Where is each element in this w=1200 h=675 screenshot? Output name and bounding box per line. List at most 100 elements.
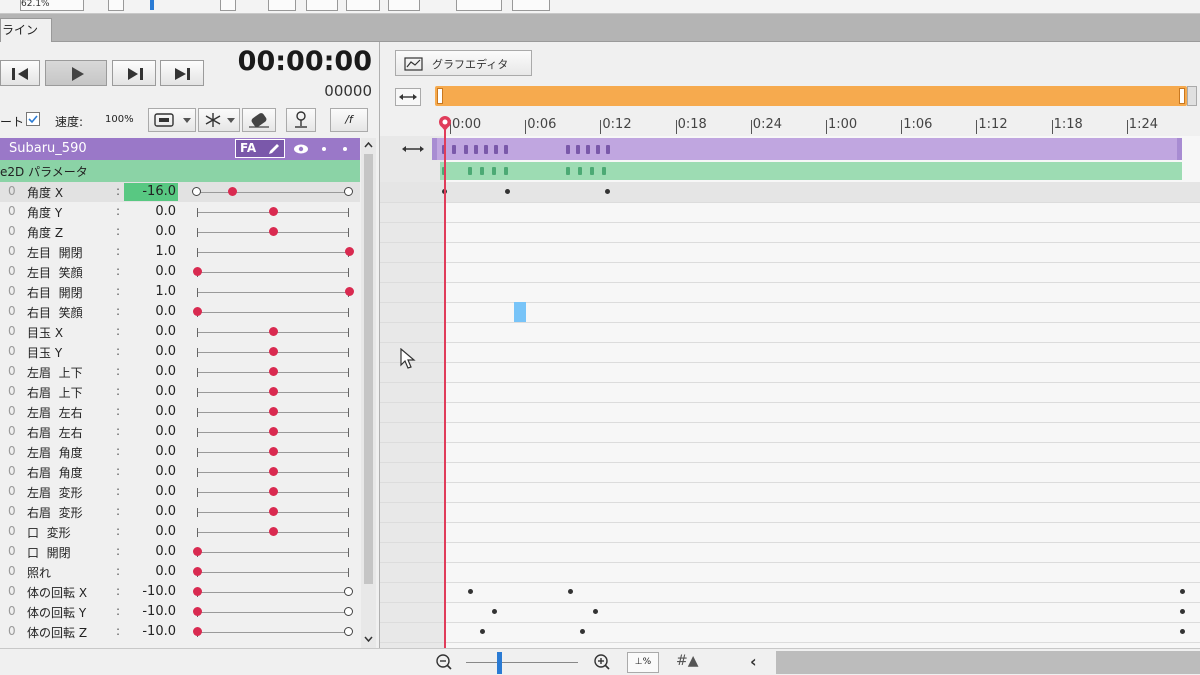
parameter-slider-handle[interactable] — [269, 447, 278, 456]
snowflake-button[interactable] — [198, 108, 240, 132]
scroll-up-icon[interactable] — [361, 138, 376, 152]
selection-marker[interactable] — [514, 302, 526, 322]
parameter-lock-icon[interactable]: 0 — [8, 464, 16, 478]
group-keyframe[interactable] — [492, 167, 496, 175]
track-double-arrow-icon[interactable] — [400, 140, 426, 158]
parameter-slider-handle[interactable] — [269, 467, 278, 476]
parameter-slider-handle[interactable] — [269, 367, 278, 376]
timeline-zoom-slider[interactable] — [466, 662, 578, 663]
parameter-row[interactable]: 0 照れ:0.0 — [0, 562, 360, 582]
parameter-lock-icon[interactable]: 0 — [8, 484, 16, 498]
fit-to-window-button[interactable]: ⊥% — [627, 652, 659, 673]
parameter-value[interactable]: 0.0 — [124, 343, 178, 361]
parameter-keyframe[interactable] — [1180, 629, 1185, 634]
parameter-value[interactable]: 0.0 — [124, 263, 178, 281]
parameter-slider-handle[interactable] — [269, 227, 278, 236]
parameter-slider-handle[interactable] — [345, 247, 354, 256]
parameter-lock-icon[interactable]: 0 — [8, 364, 16, 378]
toolbar-zoom-slider[interactable] — [132, 0, 212, 11]
parameter-keyframe[interactable] — [1180, 609, 1185, 614]
zoom-percent-field[interactable]: 62.1% — [20, 0, 84, 11]
tab-timeline[interactable]: ライン — [0, 18, 52, 42]
layer-keyframe[interactable] — [464, 145, 468, 154]
parameter-keyframe[interactable] — [480, 629, 485, 634]
parameter-value[interactable]: 0.0 — [124, 423, 178, 441]
parameter-lock-icon[interactable]: 0 — [8, 304, 16, 318]
parameter-row[interactable]: 0 右目 笑顔:0.0 — [0, 302, 360, 322]
parameter-row[interactable]: 0 目玉 X:0.0 — [0, 322, 360, 342]
fa-badge[interactable]: FA — [235, 139, 285, 158]
parameter-keyframe[interactable] — [568, 589, 573, 594]
parameter-value[interactable]: 0.0 — [124, 543, 178, 561]
parameter-lock-icon[interactable]: 0 — [8, 244, 16, 258]
layer-option-dot[interactable] — [322, 147, 326, 151]
play-range-bar[interactable] — [435, 86, 1187, 106]
parameter-value[interactable]: -10.0 — [124, 603, 178, 621]
parameter-value[interactable]: 1.0 — [124, 243, 178, 261]
parameter-slider-track[interactable] — [197, 572, 349, 573]
parameter-value[interactable]: 0.0 — [124, 443, 178, 461]
parameter-row[interactable]: 0 角度 Y:0.0 — [0, 202, 360, 222]
range-fit-button[interactable] — [395, 88, 421, 106]
graph-editor-button[interactable]: グラフエディタ — [395, 50, 532, 76]
parameter-value[interactable]: 0.0 — [124, 503, 178, 521]
parameter-keyframe[interactable] — [492, 609, 497, 614]
parameter-lock-icon[interactable]: 0 — [8, 324, 16, 338]
parameter-value[interactable]: 0.0 — [124, 463, 178, 481]
chevron-left-icon[interactable]: ‹ — [750, 652, 757, 671]
parameter-keyframe[interactable] — [593, 609, 598, 614]
next-frame-button[interactable] — [112, 60, 156, 86]
parameter-scrollbar[interactable] — [361, 138, 376, 648]
time-ruler[interactable]: 0:00 0:06 0:12 0:18 0:24 1:00 1:06 1:12 1:18 1:24 — [380, 114, 1200, 136]
parameter-slider-track[interactable] — [197, 632, 349, 633]
parameter-row[interactable]: 0 左眉 左右:0.0 — [0, 402, 360, 422]
last-frame-button[interactable] — [160, 60, 204, 86]
parameter-lock-icon[interactable]: 0 — [8, 604, 16, 618]
parameter-slider-handle[interactable] — [269, 387, 278, 396]
toolbar-zoom-out-icon[interactable] — [108, 0, 124, 11]
eye-icon[interactable] — [292, 142, 310, 156]
group-keyframe[interactable] — [590, 167, 594, 175]
parameter-slider-handle[interactable] — [269, 347, 278, 356]
parameter-lock-icon[interactable]: 0 — [8, 584, 16, 598]
loop-checkbox[interactable] — [26, 112, 40, 126]
parameter-lock-icon[interactable]: 0 — [8, 624, 16, 638]
parameter-lock-icon[interactable]: 0 — [8, 544, 16, 558]
play-button[interactable] — [45, 60, 107, 86]
parameter-row[interactable]: 0 左目 笑顔:0.0 — [0, 262, 360, 282]
parameter-slider-track[interactable] — [197, 272, 349, 273]
parameter-lock-icon[interactable]: 0 — [8, 404, 16, 418]
layer-keyframe[interactable] — [576, 145, 580, 154]
layer-keyframe[interactable] — [474, 145, 478, 154]
scroll-down-icon[interactable] — [361, 632, 376, 646]
playhead-marker-icon[interactable] — [438, 116, 452, 132]
parameter-value[interactable]: 0.0 — [124, 483, 178, 501]
parameter-keyframe[interactable] — [605, 189, 610, 194]
track-area[interactable] — [380, 136, 1200, 648]
parameter-lock-icon[interactable]: 0 — [8, 424, 16, 438]
prev-frame-button[interactable] — [0, 60, 40, 86]
grid-icon[interactable]: #▲ — [676, 653, 699, 669]
parameter-value[interactable]: 0.0 — [124, 323, 178, 341]
parameter-row[interactable]: 0 角度 X: -16.0 — [0, 182, 360, 202]
parameter-slider-track[interactable] — [197, 612, 349, 613]
layer-keyframe[interactable] — [566, 145, 570, 154]
layer-keyframe[interactable] — [504, 145, 508, 154]
parameter-value[interactable]: 0.0 — [124, 303, 178, 321]
zoom-out-icon[interactable] — [435, 653, 453, 671]
parameter-lock-icon[interactable]: 0 — [8, 284, 16, 298]
record-mode-button[interactable] — [148, 108, 196, 132]
parameter-group-header[interactable]: e2D パラメータ — [0, 160, 360, 182]
parameter-slider-handle[interactable] — [345, 287, 354, 296]
layer-keyframe[interactable] — [484, 145, 488, 154]
toolbar-button-6[interactable] — [512, 0, 550, 11]
range-start-handle[interactable] — [437, 88, 443, 104]
toolbar-button-3[interactable] — [346, 0, 380, 11]
parameter-keyframe[interactable] — [1180, 589, 1185, 594]
layer-keyframe[interactable] — [494, 145, 498, 154]
parameter-value[interactable]: -10.0 — [124, 623, 178, 641]
timeline-horizontal-scrollbar[interactable] — [776, 651, 1200, 674]
layer-header[interactable]: Subaru_590 FA — [0, 138, 360, 160]
parameter-keyframe[interactable] — [505, 189, 510, 194]
parameter-slider-handle[interactable] — [269, 407, 278, 416]
